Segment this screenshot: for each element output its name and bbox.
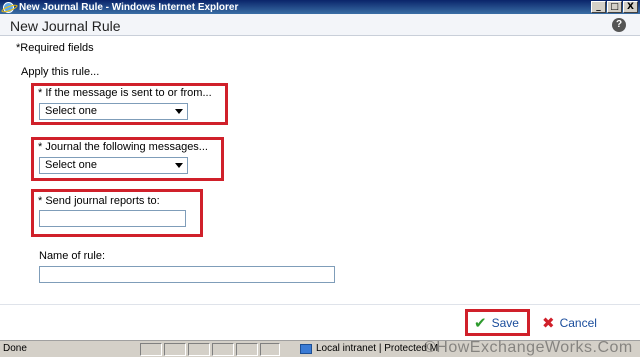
page-header: New Journal Rule ? [0,14,640,36]
save-button[interactable]: ✔ Save [474,314,519,332]
status-panel [260,343,280,356]
save-label: Save [491,316,519,330]
status-panel [212,343,234,356]
sent-to-from-select[interactable]: Select one [39,103,188,120]
chevron-down-icon [175,163,183,168]
maximize-button[interactable]: □ [607,1,622,13]
chevron-down-icon [175,109,183,114]
journal-messages-value: Select one [45,159,97,171]
rule-name-input[interactable] [39,266,335,283]
status-panel [164,343,186,356]
cancel-x-icon: ✖ [542,314,555,332]
watermark: ©HowExchangeWorks.Com [424,339,633,356]
window-controls: _ □ X [591,1,638,13]
close-button[interactable]: X [623,1,638,13]
status-panel [236,343,258,356]
journal-messages-label: * Journal the following messages... [38,141,208,153]
page-title: New Journal Rule [10,18,121,34]
send-reports-input[interactable] [39,210,186,227]
security-zone: Local intranet | Protected M [300,343,438,354]
sent-to-from-value: Select one [45,105,97,117]
zone-text: Local intranet | Protected M [316,343,439,354]
window-title: New Journal Rule - Windows Internet Expl… [19,1,239,13]
cancel-label: Cancel [559,316,597,330]
help-icon[interactable]: ? [612,18,626,32]
window-titlebar: New Journal Rule - Windows Internet Expl… [0,0,640,14]
internet-explorer-icon [3,1,14,13]
apply-rule-label: Apply this rule... [21,66,100,78]
send-reports-label: * Send journal reports to: [38,195,160,207]
cancel-button[interactable]: ✖ Cancel [542,314,597,332]
rule-name-label: Name of rule: [39,250,106,262]
footer-divider [0,304,640,305]
sent-to-from-label: * If the message is sent to or from... [38,87,212,99]
status-text: Done [3,343,27,354]
journal-messages-select[interactable]: Select one [39,157,188,174]
checkmark-icon: ✔ [474,314,487,332]
minimize-button[interactable]: _ [591,1,606,13]
status-panel [188,343,210,356]
status-panel [140,343,162,356]
required-fields-note: *Required fields [16,42,94,54]
intranet-icon [300,343,312,354]
